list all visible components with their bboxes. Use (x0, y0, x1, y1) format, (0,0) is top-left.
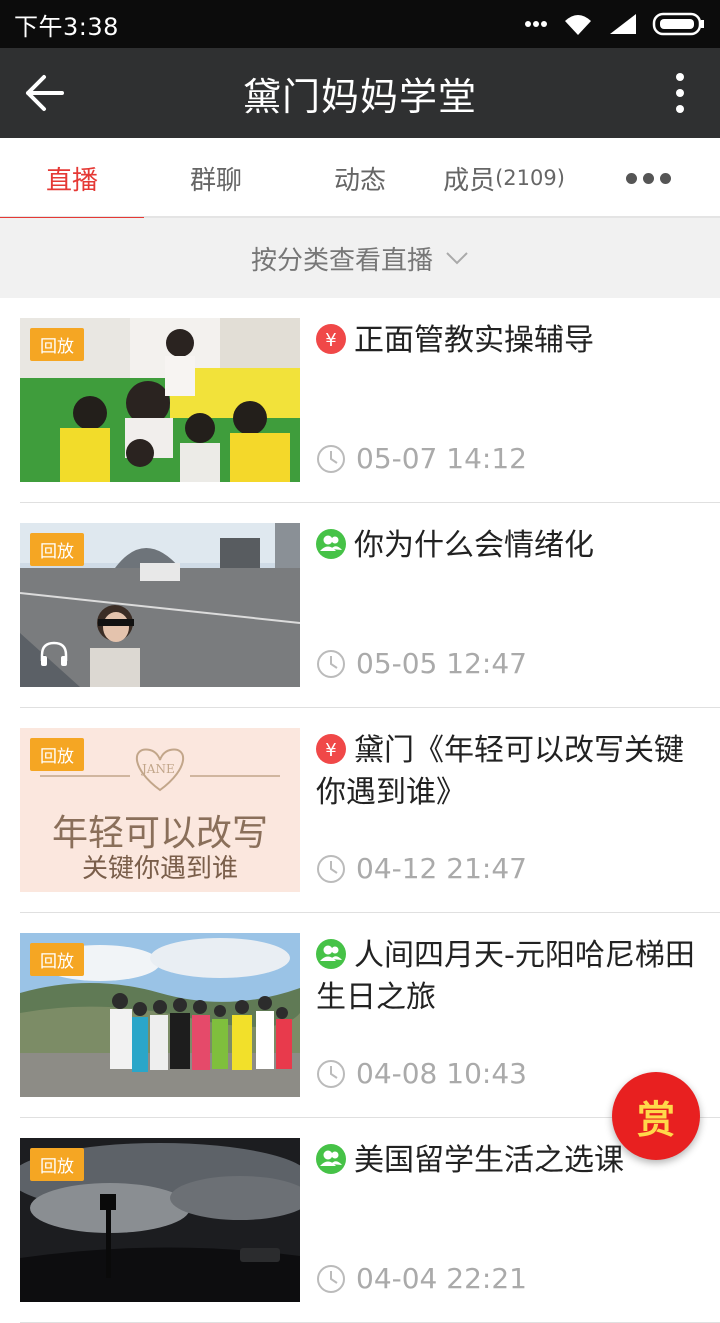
more-horizontal-icon (625, 172, 671, 184)
replay-badge: 回放 (30, 328, 84, 361)
list-item[interactable]: 回放 美国留学生活之选课 04-04 22:21 (0, 1118, 720, 1323)
cover-tag: JANE (142, 762, 175, 776)
item-title: 黛门《年轻可以改写关键你遇到谁》 (316, 733, 684, 810)
replay-badge: 回放 (30, 943, 84, 976)
replay-badge: 回放 (30, 1148, 84, 1181)
member-count: (2109) (495, 166, 565, 190)
item-time: 04-04 22:21 (356, 1262, 527, 1295)
category-filter[interactable]: 按分类查看直播 (0, 218, 720, 298)
svg-text:¥: ¥ (325, 330, 336, 351)
thumbnail: 回放 (20, 523, 300, 687)
tab-more[interactable] (576, 138, 720, 218)
item-time: 05-07 14:12 (356, 442, 527, 475)
thumbnail: 回放 (20, 1138, 300, 1302)
more-notifications-icon (525, 21, 547, 27)
tab-label: 群聊 (189, 165, 242, 196)
item-time: 04-12 21:47 (356, 852, 527, 885)
back-arrow-icon[interactable] (22, 70, 68, 116)
group-icon (316, 1144, 346, 1174)
svg-text:¥: ¥ (325, 740, 336, 761)
group-icon (316, 939, 346, 969)
status-time: 下午3:38 (14, 12, 119, 41)
signal-icon (610, 14, 636, 34)
more-vertical-icon[interactable] (674, 72, 686, 114)
item-title: 人间四月天-元阳哈尼梯田生日之旅 (316, 938, 695, 1015)
reward-button[interactable]: 赏 (612, 1072, 700, 1160)
app-bar: 黛门妈妈学堂 (0, 48, 720, 138)
clock-icon (317, 1059, 345, 1088)
battery-icon (652, 12, 704, 36)
item-title: 美国留学生活之选课 (354, 1143, 624, 1178)
item-title: 你为什么会情绪化 (354, 528, 594, 563)
thumbnail: 回放 (20, 318, 300, 482)
paid-icon: ¥ (316, 734, 346, 764)
filter-label: 按分类查看直播 (250, 245, 433, 276)
thumbnail: JANE 年轻可以改写 关键你遇到谁 回放 (20, 728, 300, 892)
cover-line2: 关键你遇到谁 (81, 854, 238, 884)
clock-icon (317, 649, 345, 678)
live-list: 回放 ¥ 正面管教实操辅导 05-07 14:12 回放 你为什么会情绪化 05… (0, 298, 720, 1323)
clock-icon (317, 854, 345, 883)
replay-badge: 回放 (30, 738, 84, 771)
replay-badge: 回放 (30, 533, 84, 566)
thumbnail: 回放 (20, 933, 300, 1097)
list-item[interactable]: 回放 ¥ 正面管教实操辅导 05-07 14:12 (0, 298, 720, 503)
clock-icon (317, 1264, 345, 1293)
page-title: 黛门妈妈学堂 (242, 74, 477, 119)
status-bar: 下午3:38 (0, 0, 720, 48)
item-time: 04-08 10:43 (356, 1057, 527, 1090)
tab-live[interactable]: 直播 (0, 138, 144, 220)
paid-icon: ¥ (316, 324, 346, 354)
list-item[interactable]: 回放 你为什么会情绪化 05-05 12:47 (0, 503, 720, 708)
clock-icon (317, 444, 345, 473)
item-time: 05-05 12:47 (356, 647, 527, 680)
tab-label: 直播 (45, 165, 98, 196)
tab-bar: 直播 群聊 动态 成员 (2109) (0, 138, 720, 220)
tab-moments[interactable]: 动态 (288, 138, 432, 218)
list-item[interactable]: 回放 人间四月天-元阳哈尼梯田生日之旅 04-08 10:43 (0, 913, 720, 1118)
tab-label: 成员 (443, 165, 496, 196)
tab-label: 动态 (333, 165, 386, 196)
tab-group-chat[interactable]: 群聊 (144, 138, 288, 218)
chevron-down-icon (446, 252, 468, 265)
reward-label: 赏 (636, 1097, 675, 1142)
tab-members[interactable]: 成员 (2109) (432, 138, 576, 218)
headphones-icon (40, 641, 68, 666)
wifi-icon (565, 15, 591, 35)
list-item[interactable]: JANE 年轻可以改写 关键你遇到谁 回放 ¥ 黛门《年轻可以改写关键你遇到谁》 … (0, 708, 720, 913)
item-title: 正面管教实操辅导 (354, 323, 594, 358)
group-icon (316, 529, 346, 559)
